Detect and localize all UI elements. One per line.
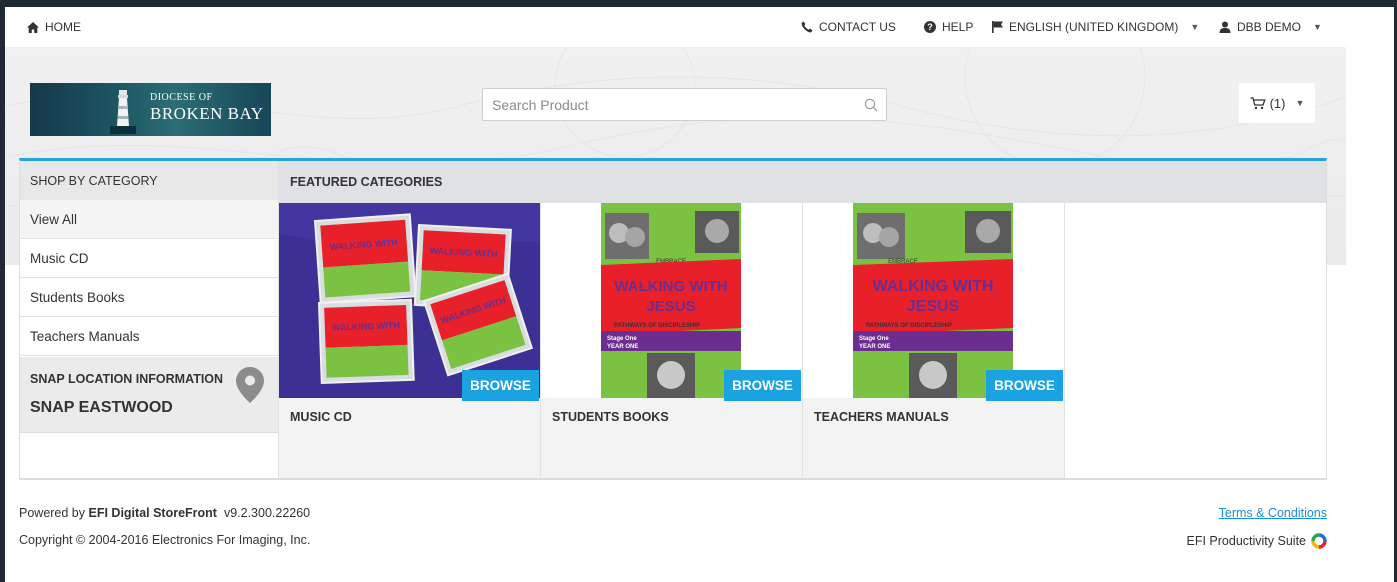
lighthouse-icon	[110, 90, 136, 134]
top-navigation: HOME CONTACT US ? HELP ENGLISH (UNITED K…	[5, 7, 1394, 47]
user-label: DBB DEMO	[1237, 20, 1302, 34]
version-text: v9.2.300.22260	[223, 506, 311, 520]
efi-suite-badge: EFI Productivity Suite	[1187, 533, 1328, 549]
category-tile-teachers-manuals[interactable]: EMBRACE WALKING WITH JESUS PATHWAYS OF D…	[803, 203, 1065, 478]
nav-help-label: HELP	[942, 20, 974, 34]
book-title-line-2: JESUS	[646, 298, 695, 315]
search-icon[interactable]	[864, 98, 878, 112]
nav-contact-link[interactable]: CONTACT US	[801, 7, 896, 47]
powered-by-text: Powered by EFI Digital StoreFront v9.2.3…	[19, 506, 310, 520]
featured-title: FEATURED CATEGORIES	[279, 161, 1326, 203]
chevron-down-icon: ▼	[1313, 22, 1322, 32]
snap-location-value: SNAP EASTWOOD	[30, 399, 173, 416]
terms-conditions-link[interactable]: Terms & Conditions	[1219, 506, 1327, 520]
logo-text: DIOCESE OF BROKEN BAY	[150, 92, 264, 123]
page-footer: Powered by EFI Digital StoreFront v9.2.3…	[19, 500, 1327, 560]
svg-text:?: ?	[927, 22, 933, 32]
book-title-line-1: WALKING WITH	[614, 278, 727, 295]
book-year: YEAR ONE	[607, 344, 638, 350]
language-label: ENGLISH (UNITED KINGDOM)	[1009, 20, 1179, 34]
flag-icon	[992, 21, 1003, 33]
user-icon	[1219, 21, 1231, 33]
nav-help-link[interactable]: ? HELP	[924, 7, 973, 47]
music-cd-image[interactable]: WALKING WITH WALKING WITH WALKING WITH W…	[279, 203, 540, 398]
main-panel: SHOP BY CATEGORY View All Music CD Stude…	[19, 158, 1327, 480]
product-search	[482, 88, 887, 121]
tile-label-students-books: STUDENTS BOOKS	[552, 410, 669, 424]
cart-dropdown[interactable]: (1) ▼	[1239, 83, 1315, 123]
chevron-down-icon: ▼	[1190, 22, 1200, 32]
category-tiles: WALKING WITH WALKING WITH WALKING WITH W…	[279, 203, 1065, 478]
nav-contact-label: CONTACT US	[819, 20, 896, 34]
music-cd-artwork: WALKING WITH WALKING WITH WALKING WITH W…	[279, 203, 540, 398]
featured-categories: FEATURED CATEGORIES WALKING WITH WALKING…	[279, 161, 1326, 478]
diocese-logo[interactable]: DIOCESE OF BROKEN BAY	[30, 83, 271, 136]
teachers-manuals-image[interactable]: EMBRACE WALKING WITH JESUS PATHWAYS OF D…	[803, 203, 1064, 398]
teachers-manual-cover: EMBRACE WALKING WITH JESUS PATHWAYS OF D…	[803, 203, 1064, 398]
sidebar-title: SHOP BY CATEGORY	[20, 161, 278, 200]
snap-location-panel: SNAP LOCATION INFORMATION SNAP EASTWOOD	[20, 357, 278, 433]
book-stage: Stage One	[607, 336, 637, 342]
browse-teachers-manuals-button[interactable]: BROWSE	[986, 370, 1063, 401]
sidebar-item-students-books[interactable]: Students Books	[20, 278, 278, 317]
browse-music-cd-button[interactable]: BROWSE	[462, 370, 539, 401]
logo-line-2: BROKEN BAY	[150, 104, 264, 123]
help-icon: ?	[924, 21, 936, 33]
manual-stage: Stage One	[859, 336, 889, 342]
tile-label-teachers-manuals: TEACHERS MANUALS	[814, 410, 949, 424]
manual-year: YEAR ONE	[859, 344, 890, 350]
search-input[interactable]	[483, 89, 853, 120]
user-dropdown[interactable]: DBB DEMO ▼	[1219, 7, 1322, 47]
manual-title-line-2: JESUS	[907, 298, 960, 315]
language-dropdown[interactable]: ENGLISH (UNITED KINGDOM) ▼	[992, 7, 1199, 47]
nav-home-link[interactable]: HOME	[27, 7, 81, 47]
book-subtitle: PATHWAYS OF DISCIPLESHIP	[614, 323, 700, 329]
cart-icon	[1250, 96, 1266, 109]
sidebar-item-music-cd[interactable]: Music CD	[20, 239, 278, 278]
category-tile-students-books[interactable]: EMBRACE WALKING WITH JESUS PATHWAYS OF D…	[541, 203, 803, 478]
powered-brand: EFI Digital StoreFront	[88, 506, 217, 520]
efi-suite-label: EFI Productivity Suite	[1186, 534, 1307, 548]
phone-icon	[801, 21, 813, 33]
cd-case-3: WALKING WITH	[317, 298, 415, 384]
sidebar-item-teachers-manuals[interactable]: Teachers Manuals	[20, 317, 278, 356]
nav-home-label: HOME	[45, 20, 81, 34]
manual-subtitle: PATHWAYS OF DISCIPLESHIP	[866, 323, 952, 329]
home-icon	[27, 21, 39, 33]
category-sidebar: SHOP BY CATEGORY View All Music CD Stude…	[20, 161, 279, 478]
sidebar-item-view-all[interactable]: View All	[20, 200, 278, 239]
powered-prefix: Powered by	[19, 506, 86, 520]
browse-students-books-button[interactable]: BROWSE	[724, 370, 801, 401]
manual-title-line-1: WALKING WITH	[873, 278, 994, 295]
window-frame-top	[0, 0, 1397, 7]
logo-line-1: DIOCESE OF	[150, 92, 213, 103]
snap-location-label: SNAP LOCATION INFORMATION	[30, 372, 224, 386]
cart-count: (1)	[1269, 95, 1286, 111]
students-book-cover: EMBRACE WALKING WITH JESUS PATHWAYS OF D…	[541, 203, 802, 398]
students-books-image[interactable]: EMBRACE WALKING WITH JESUS PATHWAYS OF D…	[541, 203, 802, 398]
copyright-text: Copyright © 2004-2016 Electronics For Im…	[19, 533, 311, 547]
cd-case-1: WALKING WITH	[313, 213, 417, 304]
chevron-down-icon: ▼	[1295, 98, 1305, 108]
location-pin-icon[interactable]	[236, 367, 264, 403]
category-tile-music-cd[interactable]: WALKING WITH WALKING WITH WALKING WITH W…	[279, 203, 541, 478]
efi-ring-logo-icon	[1311, 533, 1327, 549]
tile-label-music-cd: MUSIC CD	[290, 410, 352, 424]
